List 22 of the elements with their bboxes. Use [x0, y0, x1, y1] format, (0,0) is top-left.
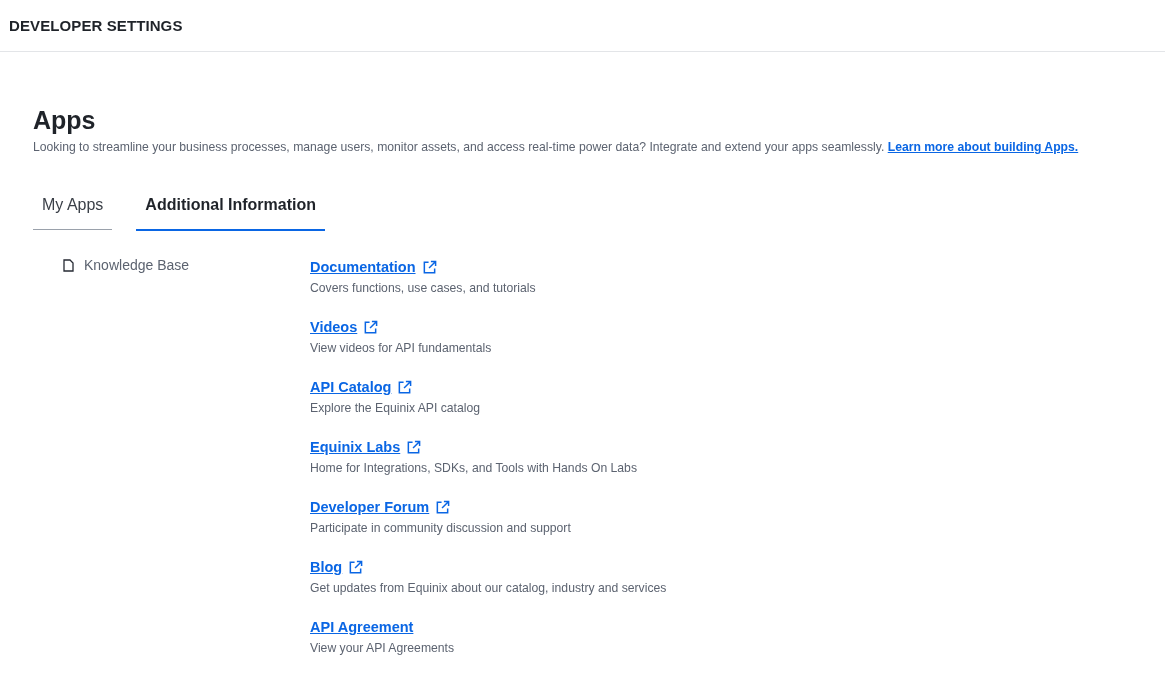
resource-description: View videos for API fundamentals: [310, 340, 493, 356]
resource-description: Explore the Equinix API catalog: [310, 400, 482, 416]
sidebar-item[interactable]: Knowledge Base: [63, 257, 190, 273]
resource-link[interactable]: Developer Forum: [310, 497, 430, 517]
tab[interactable]: Additional Information: [136, 184, 325, 231]
page-description: Looking to streamline your business processes, manage users, monitor assets, and access real-time power data? Integrate and extend your apps seamlessly. Learn more about building Apps.: [33, 139, 1080, 156]
page-header-title: DEVELOPER SETTINGS: [9, 17, 183, 34]
tab[interactable]: My Apps: [33, 184, 113, 230]
resource-link[interactable]: Blog: [310, 557, 343, 577]
resource-description: Participate in community discussion and support: [310, 520, 572, 536]
resource-description: Get updates from Equinix about our catalog, industry and services: [310, 580, 667, 596]
resource-description: Covers functions, use cases, and tutorials: [310, 280, 537, 296]
resource-link[interactable]: Videos: [310, 317, 358, 337]
learn-more-link[interactable]: Learn more about building Apps.: [887, 140, 1079, 154]
resource-link[interactable]: Equinix Labs: [310, 437, 401, 457]
resource-link[interactable]: API Agreement: [310, 617, 414, 637]
page-title: Apps: [33, 105, 97, 136]
resource-description: Home for Integrations, SDKs, and Tools with Hands On Labs: [310, 460, 638, 476]
resource-link[interactable]: API Catalog: [310, 377, 392, 397]
document-icon: [63, 258, 74, 272]
resource-link[interactable]: Documentation: [310, 257, 416, 277]
resource-description: View your API Agreements: [310, 640, 456, 656]
